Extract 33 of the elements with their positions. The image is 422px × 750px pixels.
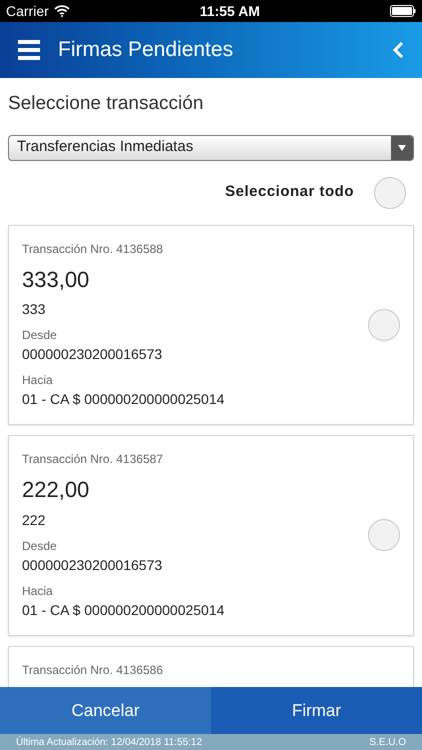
select-all-label: Seleccionar todo [225,182,354,202]
cancel-button[interactable]: Cancelar [0,687,211,734]
disclaimer-text: S.E.U.O [369,736,406,750]
amount: 222,00 [22,476,90,504]
to-label: Hacia [22,372,54,389]
sign-button[interactable]: Firmar [211,687,422,734]
amount: 333,00 [22,266,90,293]
transaction-number: Transacción Nro. 4136587 [22,451,164,468]
transaction-radio[interactable] [368,519,400,552]
select-all-radio[interactable] [374,176,406,208]
menu-icon[interactable] [18,40,40,60]
section-title: Seleccione transacción [8,92,204,116]
carrier-label: Carrier [6,2,49,20]
from-account: 000000230200016573 [22,345,164,364]
last-update-text: Última Actualización: 12/04/2018 11:55:12 [16,735,202,750]
transaction-number: Transacción Nro. 4136586 [22,662,164,678]
back-icon[interactable] [392,41,404,59]
from-label: Desde [22,538,58,554]
from-account: 000000230200016573 [22,556,164,574]
transaction-type-dropdown[interactable]: Transferencias Inmediatas [8,134,414,160]
page-title: Firmas Pendientes [58,37,234,64]
reference: 333 [22,300,46,319]
clock: 11:55 AM [200,2,260,20]
reference: 222 [22,510,46,530]
to-account: 01 - CA $ 000000200000025014 [22,600,226,620]
from-label: Desde [22,327,58,344]
transaction-number: Transacción Nro. 4136588 [22,240,164,258]
transaction-radio[interactable] [368,308,400,341]
dropdown-arrow-icon [398,144,406,150]
battery-icon [390,5,416,17]
wifi-icon [54,5,70,17]
to-label: Hacia [22,582,54,600]
to-account: 01 - CA $ 000000200000025014 [22,390,226,409]
